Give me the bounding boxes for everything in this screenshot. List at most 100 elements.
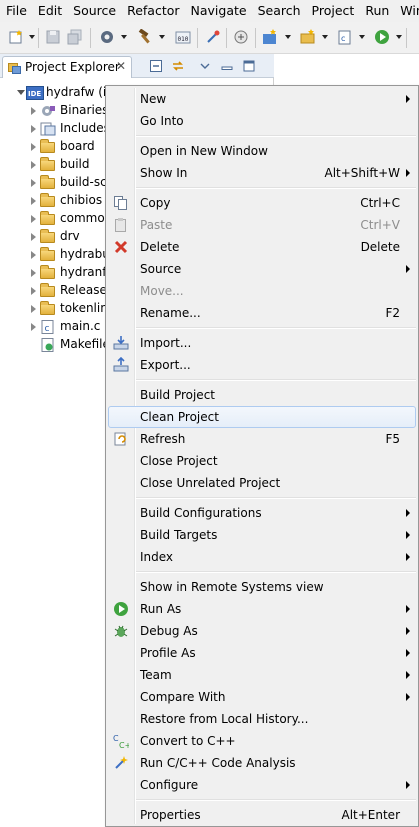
- svg-text:IDE: IDE: [28, 90, 41, 98]
- new-icon[interactable]: [8, 29, 24, 45]
- menu-item-configure[interactable]: Configure: [108, 774, 416, 796]
- project-explorer-icon: [8, 61, 21, 74]
- menu-item-shortcut: Ctrl+C: [360, 196, 400, 210]
- binary-010-icon[interactable]: 010: [175, 29, 191, 45]
- menu-item-new[interactable]: New: [108, 88, 416, 110]
- expand-arrow-icon[interactable]: [31, 251, 36, 259]
- menu-separator: [136, 379, 416, 381]
- menu-item-label: Show In: [140, 166, 188, 180]
- menu-item-clean-project[interactable]: Clean Project: [108, 406, 416, 428]
- expand-arrow-open-icon[interactable]: [17, 90, 25, 95]
- menu-search[interactable]: Search: [252, 0, 306, 22]
- tree-item-label: tokenlin: [60, 301, 108, 315]
- menu-item-delete[interactable]: Delete Delete: [108, 236, 416, 258]
- menu-item-source[interactable]: Source: [108, 258, 416, 280]
- svg-text:C+: C+: [119, 741, 129, 749]
- menu-item-label: Index: [140, 550, 174, 564]
- menu-item-team[interactable]: Team: [108, 664, 416, 686]
- menu-item-convert-to-c[interactable]: C C+ Convert to C++: [108, 730, 416, 752]
- save-icon[interactable]: [45, 29, 61, 45]
- menu-item-label: Convert to C++: [140, 734, 236, 748]
- menu-item-shortcut: Alt+Shift+W: [324, 166, 401, 180]
- view-tab-bar: Project Explorer ✕: [0, 54, 274, 78]
- menu-item-close-project[interactable]: Close Project: [108, 450, 416, 472]
- menu-item-label: Close Project: [140, 454, 218, 468]
- menu-item-copy[interactable]: Copy Ctrl+C: [108, 192, 416, 214]
- folder-icon: [40, 193, 55, 207]
- menu-project[interactable]: Project: [306, 0, 360, 22]
- menu-item-build-project[interactable]: Build Project: [108, 384, 416, 406]
- tree-item-label: hydrafw (in: [46, 85, 114, 99]
- menu-edit[interactable]: Edit: [32, 0, 67, 22]
- menu-item-debug-as[interactable]: Debug As: [108, 620, 416, 642]
- new-cpp-project-icon[interactable]: [262, 29, 278, 45]
- tree-item-label: hydrabu: [60, 247, 110, 261]
- expand-arrow-icon[interactable]: [31, 179, 36, 187]
- menu-item-shortcut: F5: [385, 432, 400, 446]
- menu-item-open-in-new-window[interactable]: Open in New Window: [108, 140, 416, 162]
- collapse-all-icon[interactable]: [149, 59, 163, 73]
- pin-icon[interactable]: [205, 29, 221, 45]
- menu-source[interactable]: Source: [67, 0, 121, 22]
- close-icon[interactable]: ✕: [116, 59, 126, 73]
- menu-item-index[interactable]: Index: [108, 546, 416, 568]
- folder-icon: [40, 265, 55, 279]
- expand-arrow-icon[interactable]: [31, 125, 36, 133]
- expand-arrow-icon[interactable]: [31, 143, 36, 151]
- run-icon: [113, 601, 129, 617]
- tree-item-label: chibios: [60, 193, 103, 207]
- menu-item-show-in-remote-systems-view[interactable]: Show in Remote Systems view: [108, 576, 416, 598]
- debug-icon: [113, 623, 129, 639]
- expand-arrow-icon[interactable]: [31, 197, 36, 205]
- menu-refactor[interactable]: Refactor: [121, 0, 184, 22]
- menu-item-run-as[interactable]: Run As: [108, 598, 416, 620]
- expand-arrow-icon[interactable]: [31, 269, 36, 277]
- binaries-icon: [40, 104, 56, 118]
- menu-item-rename[interactable]: Rename... F2: [108, 302, 416, 324]
- expand-arrow-icon[interactable]: [31, 215, 36, 223]
- expand-arrow-icon[interactable]: [31, 305, 36, 313]
- expand-arrow-icon[interactable]: [31, 233, 36, 241]
- menu-file[interactable]: File: [0, 0, 32, 22]
- menu-run[interactable]: Run: [359, 0, 394, 22]
- menu-item-run-c-c-code-analysis[interactable]: Run C/C++ Code Analysis: [108, 752, 416, 774]
- menu-item-refresh[interactable]: Refresh F5: [108, 428, 416, 450]
- menu-item-label: Delete: [140, 240, 180, 254]
- debug-terminal-icon[interactable]: [233, 29, 249, 45]
- view-menu-chevron-icon[interactable]: [198, 59, 212, 73]
- link-with-editor-icon[interactable]: [171, 59, 185, 73]
- run-icon[interactable]: [374, 29, 390, 45]
- menu-item-label: Build Targets: [140, 528, 218, 542]
- menu-item-restore-from-local-history[interactable]: Restore from Local History...: [108, 708, 416, 730]
- menu-item-export[interactable]: Export...: [108, 354, 416, 376]
- expand-arrow-icon[interactable]: [31, 323, 36, 331]
- build-hammer-icon[interactable]: [137, 28, 153, 45]
- menu-item-properties[interactable]: Properties Alt+Enter: [108, 804, 416, 826]
- menu-item-import[interactable]: Import...: [108, 332, 416, 354]
- tab-project-explorer[interactable]: Project Explorer ✕: [2, 56, 132, 78]
- tree-item-label: Binaries: [60, 103, 109, 117]
- save-all-icon[interactable]: [67, 29, 83, 45]
- folder-icon: [40, 139, 55, 153]
- menu-item-build-targets[interactable]: Build Targets: [108, 524, 416, 546]
- menu-item-move: Move...: [108, 280, 416, 302]
- menu-navigate[interactable]: Navigate: [185, 0, 252, 22]
- expand-arrow-icon[interactable]: [31, 287, 36, 295]
- menu-window[interactable]: Window: [394, 0, 419, 22]
- menu-item-profile-as[interactable]: Profile As: [108, 642, 416, 664]
- menu-item-go-into[interactable]: Go Into: [108, 110, 416, 132]
- settings-gear-icon[interactable]: [99, 29, 115, 45]
- menu-item-show-in[interactable]: Show In Alt+Shift+W: [108, 162, 416, 184]
- expand-arrow-icon[interactable]: [31, 107, 36, 115]
- new-folder-icon[interactable]: [300, 29, 316, 45]
- menu-item-close-unrelated-project[interactable]: Close Unrelated Project: [108, 472, 416, 494]
- expand-arrow-icon[interactable]: [31, 161, 36, 169]
- new-source-file-icon[interactable]: c: [337, 29, 353, 45]
- export-icon: [113, 356, 129, 373]
- menu-item-compare-with[interactable]: Compare With: [108, 686, 416, 708]
- menu-item-build-configurations[interactable]: Build Configurations: [108, 502, 416, 524]
- minimize-icon[interactable]: [220, 59, 234, 73]
- maximize-icon[interactable]: [242, 59, 256, 73]
- menu-separator: [136, 571, 416, 573]
- svg-text:010: 010: [178, 36, 189, 43]
